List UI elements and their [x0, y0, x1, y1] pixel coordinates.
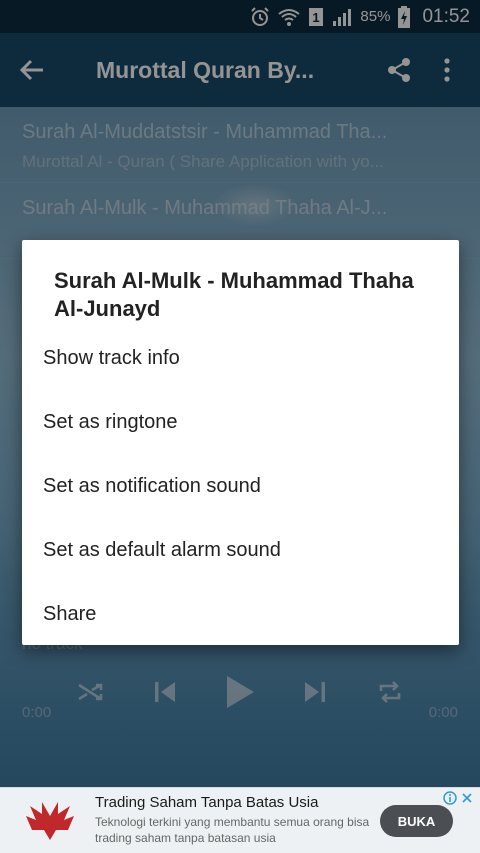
ad-info-icon	[443, 791, 457, 805]
ad-open-button[interactable]: BUKA	[380, 805, 453, 837]
menu-item-set-ringtone[interactable]: Set as ringtone	[22, 390, 459, 454]
ad-close-icon	[462, 793, 472, 803]
ad-description: Teknologi terkini yang membantu semua or…	[95, 815, 370, 845]
dialog-title: Surah Al-Mulk - Muhammad Thaha Al-Junayd	[54, 268, 414, 321]
menu-item-set-notification-sound[interactable]: Set as notification sound	[22, 454, 459, 518]
menu-item-set-alarm-sound[interactable]: Set as default alarm sound	[22, 518, 459, 582]
ad-choices[interactable]	[443, 790, 477, 806]
ad-banner[interactable]: Trading Saham Tanpa Batas Usia Teknologi…	[0, 787, 480, 853]
track-options-dialog: Surah Al-Mulk - Muhammad Thaha Al-Junayd…	[22, 240, 459, 645]
menu-item-show-track-info[interactable]: Show track info	[22, 326, 459, 390]
ad-logo-icon	[26, 802, 74, 840]
menu-item-share[interactable]: Share	[22, 582, 459, 646]
ad-title: Trading Saham Tanpa Batas Usia	[95, 794, 319, 811]
